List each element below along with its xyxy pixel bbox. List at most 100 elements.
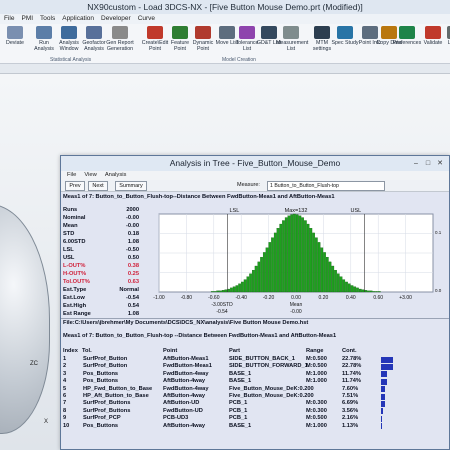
histogram-bar	[249, 273, 252, 293]
contribution-bar	[381, 415, 383, 422]
histogram-bar	[235, 285, 239, 293]
dialog-menu-file[interactable]: File	[67, 171, 76, 180]
cell-point: PCB-UD3	[163, 415, 189, 422]
histogram-bar	[315, 237, 318, 293]
menu-curve[interactable]: Curve	[138, 14, 155, 24]
ribbon-button-label: MTM settings	[312, 40, 332, 52]
menu-developer[interactable]: Developer	[101, 14, 131, 24]
histogram-bar	[312, 232, 315, 293]
below-axis-value: -0.00	[290, 309, 302, 315]
window-title: NX90custom - Load 3DCS-NX - [Five Button…	[0, 0, 450, 14]
ribbon-button-label: Run Analysis	[34, 40, 54, 52]
histogram-bar	[328, 261, 332, 293]
histogram-bar	[339, 276, 343, 293]
measure-select[interactable]: 1 Button_to_Button_Flush-top	[267, 181, 385, 191]
mouse-model-shell[interactable]	[0, 204, 50, 434]
table-row[interactable]: 1 SurfProf_Button AftButton-Meas1 SIDE_BUTT…	[63, 356, 447, 363]
ribbon-icon	[314, 26, 330, 39]
ribbon-icon	[61, 26, 77, 39]
table-row[interactable]: 6 HP_Aft_Button_to_Base AftButton-4way Five…	[63, 393, 447, 400]
cell-point: AftButton-4way	[163, 422, 206, 429]
histogram-bar	[361, 289, 365, 293]
stat-row: LSL -0.50	[63, 246, 151, 254]
dialog-menu-view[interactable]: View	[84, 171, 96, 180]
close-icon[interactable]: ✕	[435, 159, 445, 168]
contribution-bar	[381, 423, 382, 430]
selection-toolbar	[0, 64, 450, 74]
ribbon-icon	[337, 26, 353, 39]
analysis-report[interactable]: Meas1 of 7: Button_to_Button_Flush-top--…	[61, 192, 449, 449]
cell-part: PCB_1	[229, 415, 248, 422]
column-header: Tol.	[82, 348, 92, 354]
histogram-bar	[345, 281, 348, 293]
menu-application[interactable]: Application	[62, 14, 94, 24]
cell-tol: Pos_Buttons	[83, 378, 119, 385]
column-header: Part	[229, 348, 241, 354]
stat-value: 0.50	[127, 255, 139, 261]
histogram-bar	[293, 213, 296, 293]
table-row[interactable]: 8 SurfProf_Buttons FwdButton-UD PCB_1 M:0.30…	[63, 408, 447, 415]
cell-cont: 7.51%	[342, 393, 359, 399]
ribbon-button-gen-report-generation[interactable]: Gen Report Generation	[105, 26, 135, 60]
prev-button[interactable]: Prev	[65, 181, 85, 191]
summary-button[interactable]: Summary	[115, 181, 147, 191]
histogram-bar	[241, 281, 244, 293]
maximize-icon[interactable]: □	[423, 159, 433, 168]
cell-index: 9	[63, 415, 67, 422]
minimize-icon[interactable]: –	[411, 159, 421, 168]
ribbon-button-lo-lib[interactable]: Lo Lib	[440, 26, 450, 60]
ribbon-button-label: Analysis Window	[59, 40, 79, 52]
table-row[interactable]: 9 SurfProf_PCP PCB-UD3 PCB_1 M:0.500 2.16%	[63, 415, 447, 422]
next-button[interactable]: Next	[88, 181, 108, 191]
menu-pmi[interactable]: PMI	[21, 14, 33, 24]
stat-row: L-OUT% 0.38	[63, 262, 151, 270]
below-axis-label: -3.00STD	[211, 302, 233, 308]
histogram-bar	[224, 289, 228, 293]
cell-part: Five_Button_Mouse_DeK:0.200	[229, 393, 314, 399]
cell-index: 6	[63, 393, 67, 399]
ribbon-button-label: Feature Point	[170, 40, 190, 52]
column-header: Range	[306, 348, 324, 354]
x-tick-label: 0.00	[291, 295, 301, 301]
stat-value: -0.54	[126, 295, 139, 301]
histogram-bar	[279, 223, 283, 293]
table-row[interactable]: 10 Pos_Buttons AftButton-4way BASE_1 M:1.000…	[63, 423, 447, 430]
menu-file[interactable]: File	[4, 14, 14, 24]
cell-part: Five_Button_Mouse_DeK:0.200	[229, 385, 314, 392]
table-row[interactable]: 4 Pos_Buttons AftButton-4way BASE_1 M:1.000 1…	[63, 378, 447, 385]
histogram-bar	[306, 223, 310, 293]
histogram-bar	[230, 287, 233, 293]
contribution-bar	[381, 363, 393, 370]
dialog-menu-analysis[interactable]: Analysis	[105, 171, 127, 180]
ribbon-icon	[283, 26, 299, 39]
histogram-bar	[317, 242, 321, 293]
section-title: Meas1 of 7: Button_to_Button_Flush-top -…	[63, 333, 337, 339]
x-tick-label: -1.00	[153, 295, 165, 301]
table-row[interactable]: 5 HP_Fwd_Button_to_Base FwdButton-4way Five…	[63, 386, 447, 393]
cell-tol: SurfProf_Button	[83, 363, 128, 370]
axis-zc-label: ZC	[30, 361, 38, 367]
ribbon-icon	[261, 26, 277, 39]
stat-value: -0.00	[126, 215, 139, 221]
table-row[interactable]: 7 SurfProf_Buttons AftButton-UD PCB_1 M:0.30…	[63, 400, 447, 407]
menu-tools[interactable]: Tools	[40, 14, 55, 24]
ribbon-button-measurement-list[interactable]: Measurement List	[276, 26, 308, 60]
cell-range: M:1.000	[306, 370, 327, 377]
table-row[interactable]: 3 Pos_Buttons FwdButton-4way BASE_1 M:1.000 1…	[63, 371, 447, 378]
histogram-bar	[320, 247, 324, 293]
cell-index: 3	[63, 370, 67, 377]
x-tick-label: -0.40	[235, 295, 247, 301]
histogram-bar	[356, 287, 359, 293]
dialog-titlebar: Analysis in Tree - Five_Button_Mouse_Dem…	[61, 156, 449, 171]
cell-cont: 11.74%	[342, 370, 361, 377]
cell-tol: SurfProf_Buttons	[83, 400, 131, 407]
stat-value: -0.00	[126, 223, 139, 229]
histogram-bar	[216, 290, 220, 293]
histogram-bar	[378, 291, 381, 293]
stat-label: Est.High	[63, 303, 87, 309]
histogram-bar	[268, 242, 272, 293]
cell-range: M:0.300	[306, 400, 327, 407]
table-row[interactable]: 2 SurfProf_Button FwdButton-Meas1 SIDE_BUTT…	[63, 363, 447, 370]
ribbon-button-label: Deviate	[6, 40, 24, 46]
ribbon-button-deviate[interactable]: Deviate	[0, 26, 30, 60]
